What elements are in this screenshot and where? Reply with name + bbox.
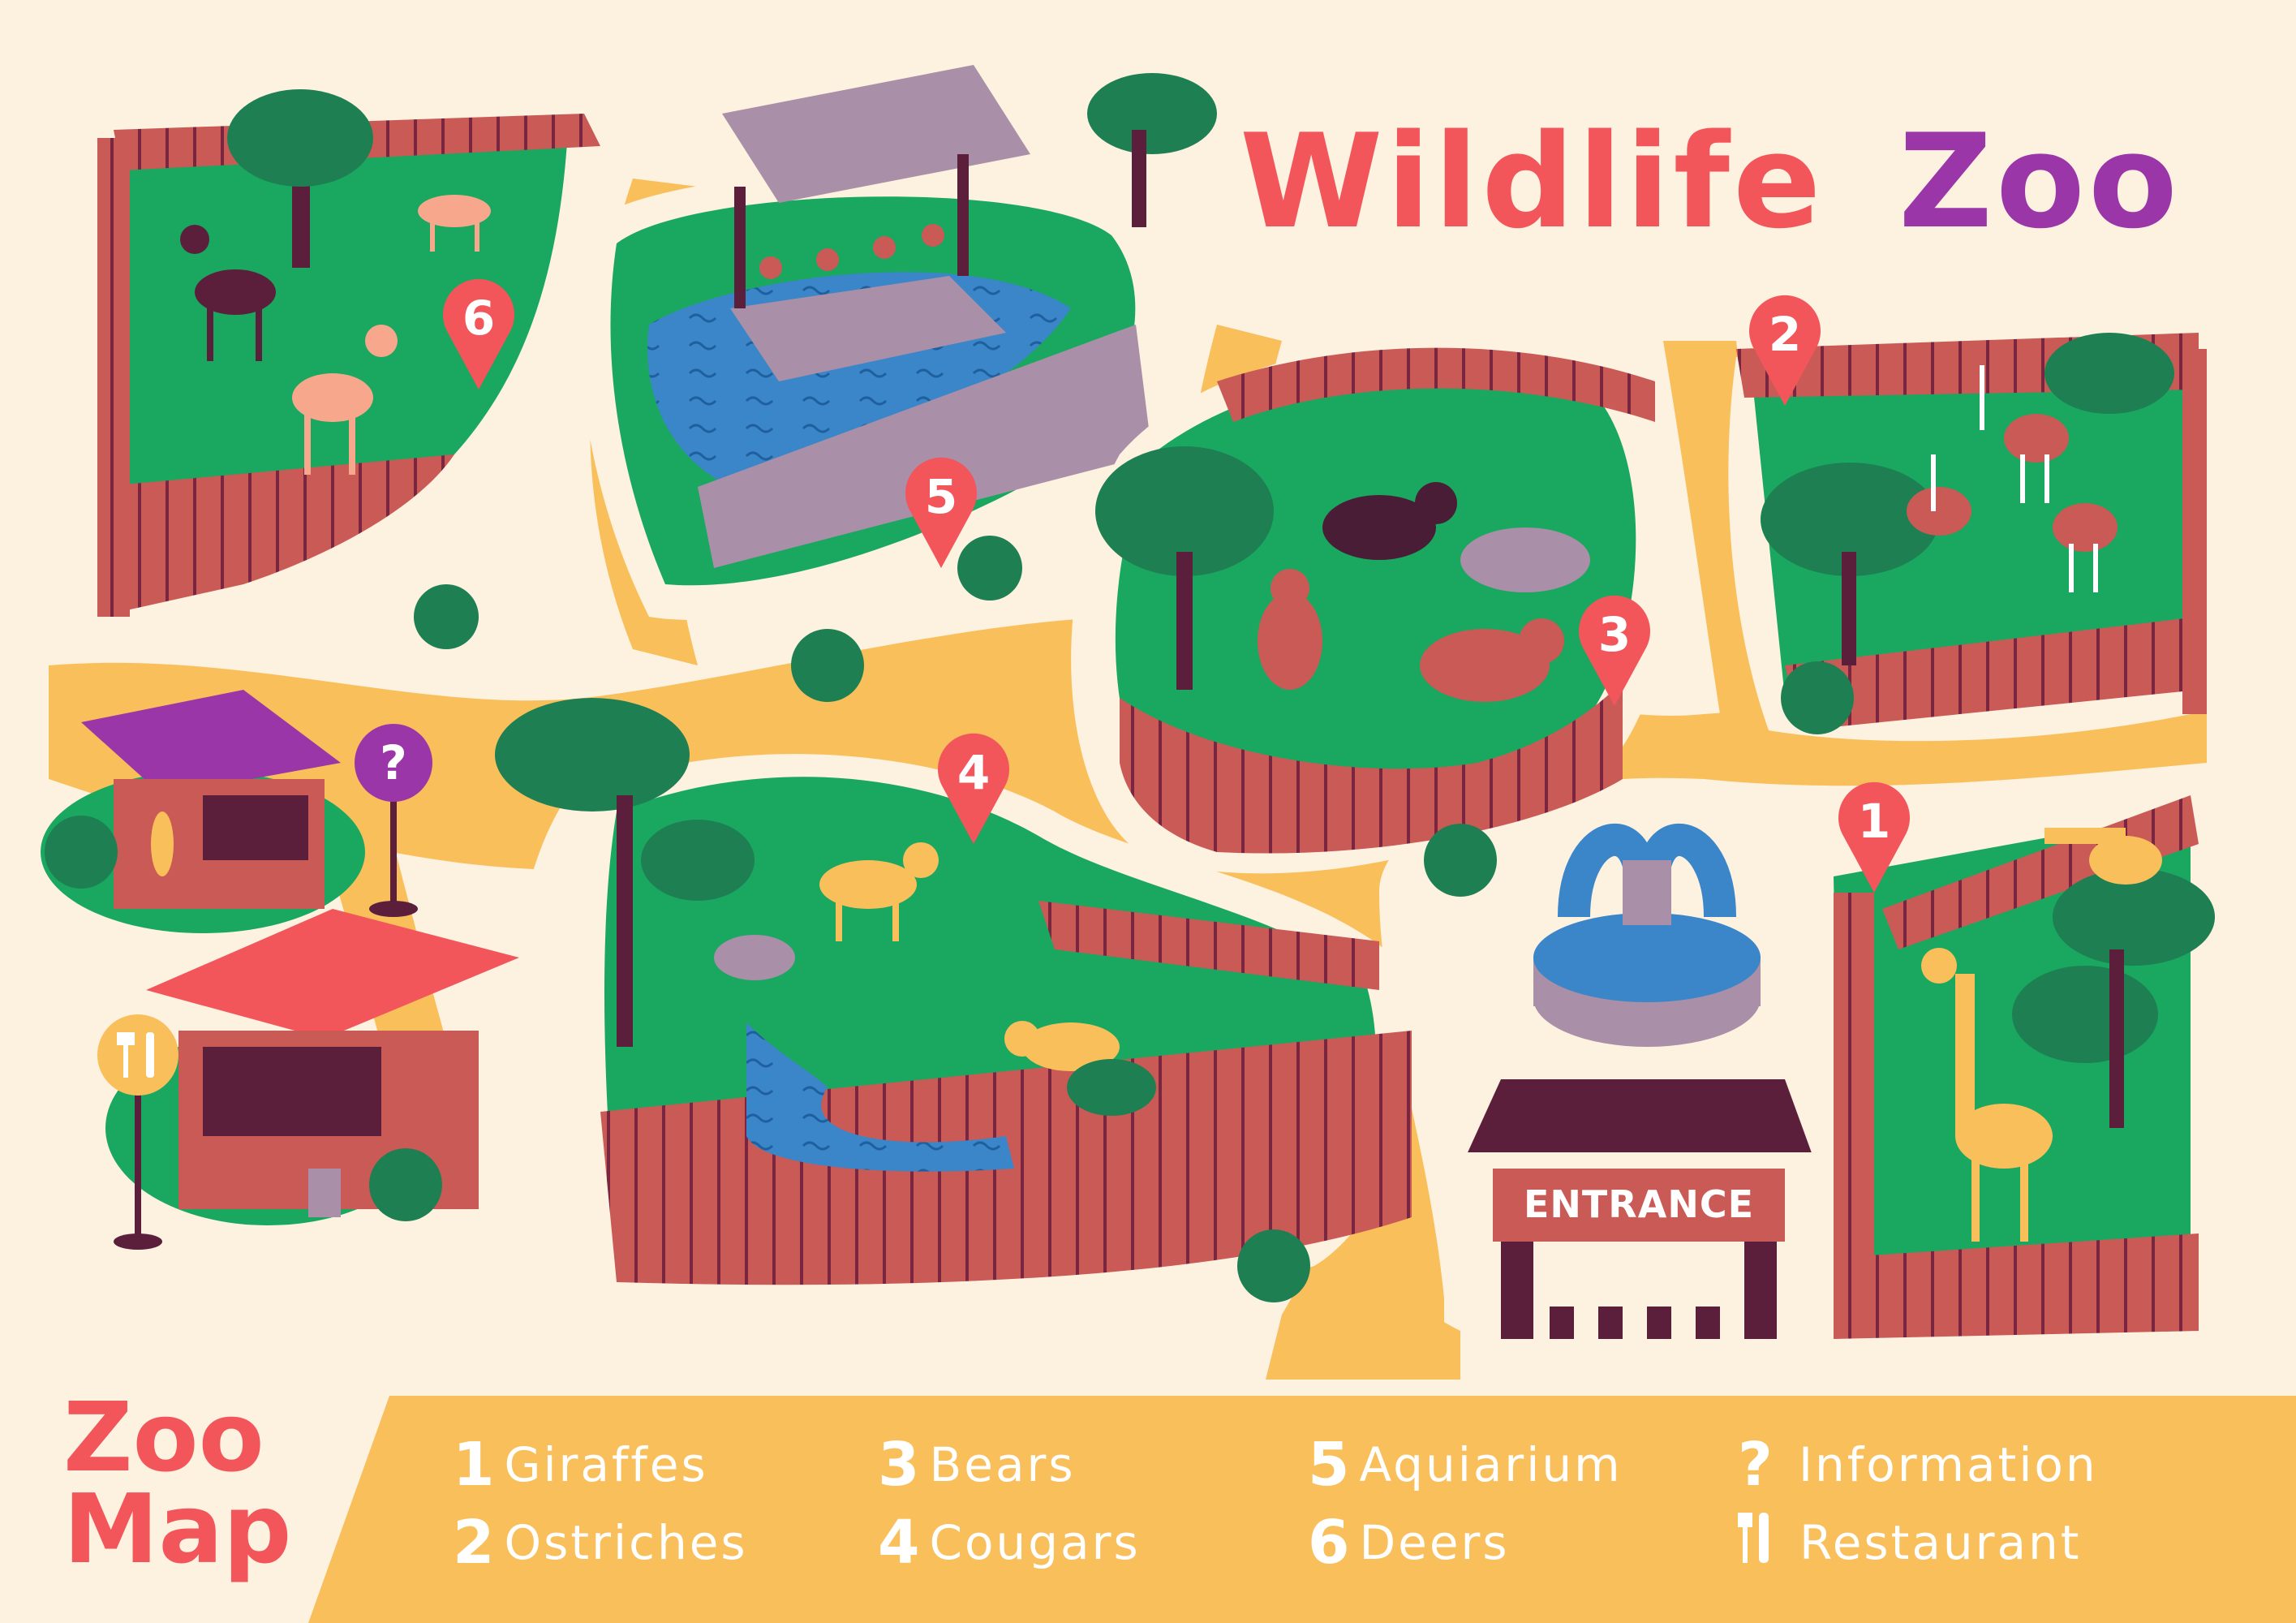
fork-knife-icon xyxy=(1738,1508,1774,1578)
legend-title-zoo: Zoo xyxy=(63,1381,264,1493)
legend-key: 1 xyxy=(453,1430,495,1500)
bear-rock xyxy=(1460,527,1590,592)
legend-item-bears: 3 Bears xyxy=(878,1430,1076,1500)
legend-key: ? xyxy=(1738,1430,1773,1500)
entrance-label: ENTRANCE xyxy=(1524,1182,1754,1226)
legend-item-deers: 6 Deers xyxy=(1308,1508,1510,1578)
marker-label: 6 xyxy=(462,291,495,346)
legend-item-giraffes: 1 Giraffes xyxy=(453,1430,708,1500)
legend-key: 6 xyxy=(1308,1508,1350,1578)
legend-label: Giraffes xyxy=(504,1437,708,1492)
legend-label: Ostriches xyxy=(504,1515,748,1570)
zoo-map: ENTRANCE 1 2 3 4 5 6 ? Wildlife Zoo Zoo … xyxy=(0,0,2296,1623)
marker-label: 3 xyxy=(1598,607,1631,662)
legend-title-map: Map xyxy=(63,1473,292,1585)
map-title-zoo: Zoo xyxy=(1898,105,2181,257)
legend-label: Bears xyxy=(929,1437,1076,1492)
legend-key: 5 xyxy=(1308,1430,1350,1500)
legend-label: Aquiarium xyxy=(1359,1437,1623,1492)
marker-label: 1 xyxy=(1858,794,1890,849)
map-title-wildlife: Wildlife xyxy=(1240,105,1825,257)
legend-item-ostriches: 2 Ostriches xyxy=(453,1508,748,1578)
marker-label: 5 xyxy=(925,469,957,524)
marker-label: ? xyxy=(380,735,407,790)
legend-key: 2 xyxy=(453,1508,495,1578)
legend-label: Deers xyxy=(1359,1515,1510,1570)
legend-item-restaurant: Restaurant xyxy=(1738,1508,2082,1578)
legend-item-cougars: 4 Cougars xyxy=(878,1508,1141,1578)
marker-label: 2 xyxy=(1769,307,1801,362)
marker-label: 4 xyxy=(957,745,990,800)
legend-item-information: ? Information xyxy=(1738,1430,2098,1500)
legend-item-aquarium: 5 Aquiarium xyxy=(1308,1430,1623,1500)
legend-label: Information xyxy=(1798,1437,2098,1492)
legend-key: 4 xyxy=(878,1508,920,1578)
enclosure-bears xyxy=(1071,338,1678,874)
legend-label: Restaurant xyxy=(1799,1515,2082,1570)
fountain xyxy=(1533,823,1761,1047)
legend-key: 3 xyxy=(878,1430,920,1500)
legend-label: Cougars xyxy=(929,1515,1141,1570)
fork-knife-glyph xyxy=(1738,1513,1769,1563)
